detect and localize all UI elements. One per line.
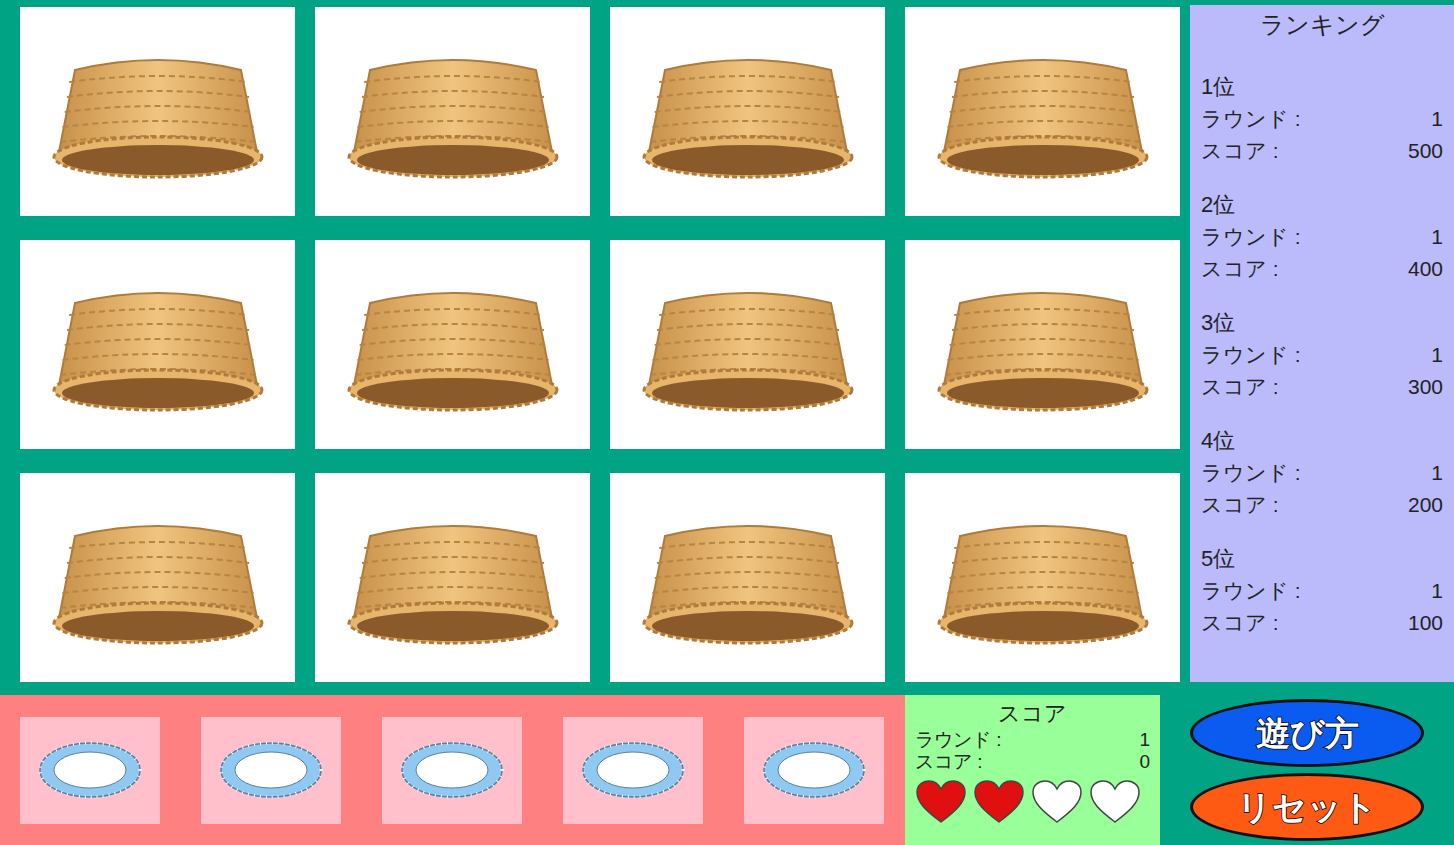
card[interactable]	[610, 473, 885, 682]
lives	[915, 779, 1150, 825]
basket-icon	[340, 275, 566, 415]
heart-icon	[1031, 779, 1083, 825]
card[interactable]	[610, 240, 885, 449]
plate-icon	[400, 740, 504, 800]
ranking-title: ランキング	[1201, 9, 1443, 41]
card[interactable]	[315, 240, 590, 449]
rank-label: 1位	[1201, 71, 1443, 103]
heart-icon	[973, 779, 1025, 825]
rank-label: 5位	[1201, 543, 1443, 575]
plate-slot[interactable]	[382, 717, 522, 824]
ranking-entry: 3位ラウンド :1スコア :300	[1201, 307, 1443, 403]
heart-icon	[1089, 779, 1141, 825]
card[interactable]	[315, 7, 590, 216]
plate-icon	[762, 740, 866, 800]
ranking-entry: 4位ラウンド :1スコア :200	[1201, 425, 1443, 521]
basket-icon	[930, 508, 1156, 648]
plate-icon	[581, 740, 685, 800]
ranking-entry: 2位ラウンド :1スコア :400	[1201, 189, 1443, 285]
card-grid	[0, 0, 1180, 690]
basket-icon	[45, 42, 271, 182]
menu-button[interactable]: 遊び方	[1190, 699, 1424, 767]
rank-label: 3位	[1201, 307, 1443, 339]
card[interactable]	[905, 240, 1180, 449]
game-screen: ランキング 1位ラウンド :1スコア :500 2位ラウンド :1スコア :400 3…	[0, 0, 1454, 845]
basket-icon	[635, 275, 861, 415]
rank-label: 2位	[1201, 189, 1443, 221]
basket-icon	[930, 275, 1156, 415]
plate-slot[interactable]	[744, 717, 884, 824]
ranking-entry: 1位ラウンド :1スコア :500	[1201, 71, 1443, 167]
card[interactable]	[610, 7, 885, 216]
plate-icon	[219, 740, 323, 800]
button-column: 遊び方リセット	[1160, 695, 1454, 845]
card[interactable]	[905, 473, 1180, 682]
plate-slot[interactable]	[563, 717, 703, 824]
bottom-area: スコアラウンド :1スコア :0遊び方リセット	[0, 695, 1454, 845]
card[interactable]	[20, 473, 295, 682]
card[interactable]	[315, 473, 590, 682]
basket-icon	[930, 42, 1156, 182]
ranking-entry: 5位ラウンド :1スコア :100	[1201, 543, 1443, 639]
plate-slot[interactable]	[201, 717, 341, 824]
card[interactable]	[20, 240, 295, 449]
basket-icon	[340, 508, 566, 648]
plate-icon	[38, 740, 142, 800]
rank-label: 4位	[1201, 425, 1443, 457]
menu-button[interactable]: リセット	[1190, 773, 1424, 841]
ranking-panel: ランキング 1位ラウンド :1スコア :500 2位ラウンド :1スコア :400 3…	[1190, 5, 1454, 682]
plate-tray	[0, 695, 905, 845]
basket-icon	[340, 42, 566, 182]
plate-slot[interactable]	[20, 717, 160, 824]
basket-icon	[45, 275, 271, 415]
basket-icon	[635, 508, 861, 648]
top-area: ランキング 1位ラウンド :1スコア :500 2位ラウンド :1スコア :400 3…	[0, 0, 1454, 690]
card[interactable]	[20, 7, 295, 216]
score-panel: スコアラウンド :1スコア :0	[905, 695, 1160, 845]
basket-icon	[45, 508, 271, 648]
basket-icon	[635, 42, 861, 182]
card[interactable]	[905, 7, 1180, 216]
heart-icon	[915, 779, 967, 825]
